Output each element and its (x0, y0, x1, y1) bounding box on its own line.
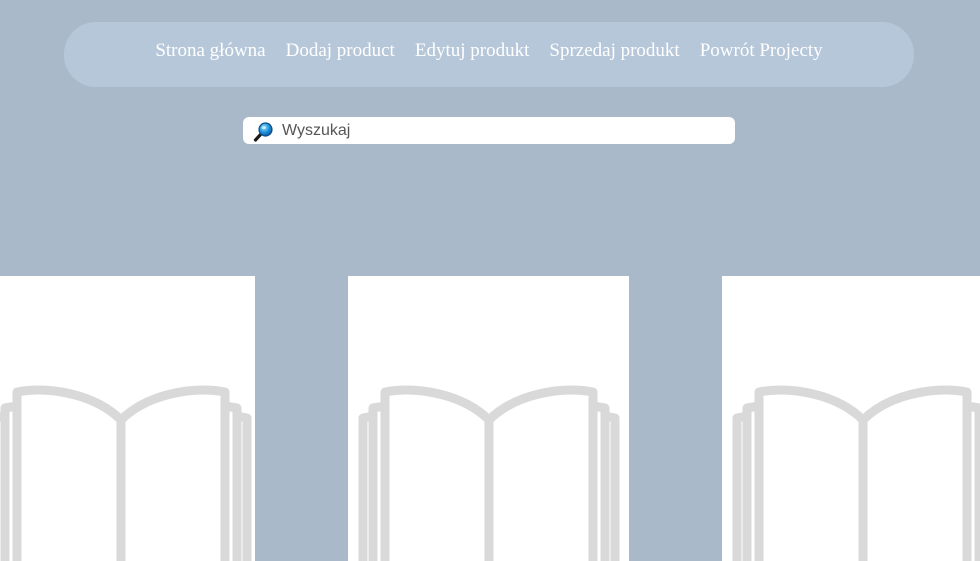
search-input[interactable] (282, 118, 712, 143)
nav-back-projects-link[interactable]: Powrót Projecty (690, 41, 833, 60)
product-card[interactable] (348, 276, 629, 561)
magnifier-icon (253, 121, 273, 142)
nav-home-link[interactable]: Strona główna (145, 41, 275, 60)
search-bar[interactable] (243, 117, 735, 144)
book-placeholder-icon (732, 385, 980, 561)
main-navigation: Strona główna Dodaj product Edytuj produ… (64, 22, 914, 87)
nav-edit-product-link[interactable]: Edytuj produkt (405, 41, 540, 60)
book-placeholder-icon (0, 385, 252, 561)
product-card[interactable] (722, 276, 980, 561)
product-card[interactable] (0, 276, 255, 561)
book-placeholder-icon (358, 385, 620, 561)
nav-add-product-link[interactable]: Dodaj product (276, 41, 405, 60)
nav-sell-product-link[interactable]: Sprzedaj produkt (539, 41, 689, 60)
